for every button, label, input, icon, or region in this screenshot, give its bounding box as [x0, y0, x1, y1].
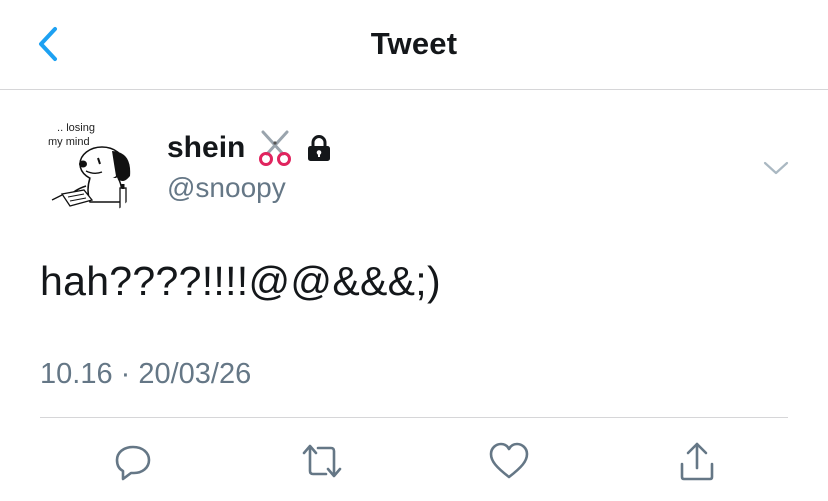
retweet-button[interactable]: [297, 436, 347, 486]
reply-icon: [115, 445, 151, 481]
reply-button[interactable]: [108, 436, 158, 486]
chevron-down-icon: [763, 161, 789, 175]
author-name-row[interactable]: shein: [167, 128, 333, 168]
tweet-text: hah????!!!!@@&&&;): [40, 258, 441, 304]
like-button[interactable]: [484, 436, 534, 486]
lock-icon: [308, 135, 331, 161]
display-name: shein: [167, 131, 246, 164]
scissors-icon: [259, 130, 292, 166]
snoopy-avatar-illustration: [51, 146, 131, 209]
page-title: Tweet: [370, 26, 458, 61]
tweet-options-button[interactable]: [758, 150, 794, 186]
tweet-detail-screen: Tweet ... losing my mind shein @snoopy h…: [0, 0, 828, 501]
user-handle[interactable]: @snoopy: [167, 172, 286, 204]
tweet-timestamp: 10.16 · 20/03/26: [40, 358, 252, 390]
retweet-icon: [302, 444, 342, 478]
avatar[interactable]: ... losing my mind: [40, 118, 140, 218]
share-icon: [680, 442, 714, 481]
like-icon: [489, 442, 529, 479]
share-button[interactable]: [672, 436, 722, 486]
divider: [40, 417, 788, 418]
navigation-bar: Tweet: [0, 0, 828, 90]
